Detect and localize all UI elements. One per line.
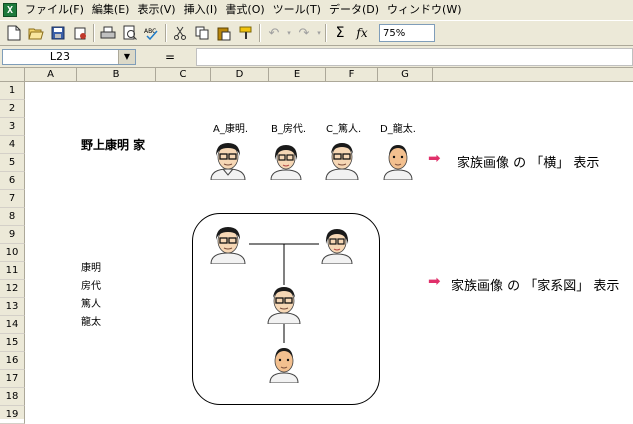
- copy-icon[interactable]: [191, 22, 213, 44]
- column-header-g[interactable]: G: [378, 68, 433, 82]
- menu-view[interactable]: 表示(V): [133, 1, 179, 19]
- row-header[interactable]: 5: [0, 154, 25, 172]
- name-cell[interactable]: 篤人: [81, 295, 101, 310]
- menu-file[interactable]: ファイル(F): [21, 1, 88, 19]
- column-header-f[interactable]: F: [326, 68, 378, 82]
- column-header-c[interactable]: C: [156, 68, 211, 82]
- son-ryuta-portrait-image[interactable]: [382, 142, 414, 180]
- family-tree-view-link[interactable]: 家族画像 の 「家系図」 表示: [451, 275, 619, 294]
- row-header[interactable]: 2: [0, 100, 25, 118]
- formula-equals-label: =: [164, 50, 176, 64]
- row-header[interactable]: 15: [0, 334, 25, 352]
- row-header[interactable]: 4: [0, 136, 25, 154]
- row-header[interactable]: 12: [0, 280, 25, 298]
- row-header[interactable]: 16: [0, 352, 25, 370]
- column-header-h[interactable]: [433, 68, 633, 82]
- standard-toolbar: ABC ↶ ▾ ↷ ▾ Σ fx 75%: [0, 20, 633, 46]
- toolbar-separator: [325, 24, 327, 42]
- new-icon[interactable]: [3, 22, 25, 44]
- permission-icon[interactable]: [69, 22, 91, 44]
- print-preview-icon[interactable]: [119, 22, 141, 44]
- redo-icon[interactable]: ↷: [293, 22, 315, 44]
- name-cell[interactable]: 康明: [81, 259, 101, 274]
- cut-icon[interactable]: [169, 22, 191, 44]
- formula-input[interactable]: [196, 48, 633, 66]
- name-box[interactable]: L23 ▼: [2, 49, 136, 65]
- row-headers: 1 2 3 4 5 6 7 8 9 10 11 12 13 14 15 16 1…: [0, 82, 25, 424]
- row-header[interactable]: 13: [0, 298, 25, 316]
- family-title: 野上康明 家: [81, 138, 146, 152]
- menu-data[interactable]: データ(D): [325, 1, 383, 19]
- menu-edit[interactable]: 編集(E): [88, 1, 134, 19]
- row-header[interactable]: 9: [0, 226, 25, 244]
- format-painter-icon[interactable]: [235, 22, 257, 44]
- row-header[interactable]: 18: [0, 388, 25, 406]
- autosum-icon[interactable]: Σ: [329, 22, 351, 44]
- son-atsuto-portrait-image[interactable]: [323, 140, 361, 180]
- undo-dropdown-icon[interactable]: ▾: [285, 22, 293, 44]
- name-box-dropdown-icon[interactable]: ▼: [118, 50, 135, 64]
- father-portrait-image[interactable]: [208, 140, 248, 180]
- column-header-b[interactable]: B: [77, 68, 156, 82]
- function-icon[interactable]: fx: [351, 22, 373, 44]
- name-cell[interactable]: 龍太: [81, 313, 101, 328]
- name-cell[interactable]: 房代: [81, 277, 101, 292]
- row-header[interactable]: 17: [0, 370, 25, 388]
- row-header[interactable]: 11: [0, 262, 25, 280]
- portrait-label-d: D_龍太.: [380, 124, 416, 135]
- horizontal-view-link[interactable]: 家族画像 の 「横」 表示: [457, 152, 599, 171]
- row-header[interactable]: 6: [0, 172, 25, 190]
- undo-icon[interactable]: ↶: [263, 22, 285, 44]
- save-icon[interactable]: [47, 22, 69, 44]
- spelling-icon[interactable]: ABC: [141, 22, 163, 44]
- menu-window[interactable]: ウィンドウ(W): [383, 1, 465, 19]
- worksheet[interactable]: 野上康明 家 A_康明. B_房代. C_篤人. D_龍太. ➡ 家族画像 の …: [25, 82, 633, 419]
- portrait-label-a: A_康明.: [213, 124, 249, 135]
- row-header[interactable]: 8: [0, 208, 25, 226]
- redo-dropdown-icon[interactable]: ▾: [315, 22, 323, 44]
- row-header[interactable]: 14: [0, 316, 25, 334]
- menu-bar: X ファイル(F) 編集(E) 表示(V) 挿入(I) 書式(O) ツール(T)…: [0, 0, 633, 20]
- row-header[interactable]: 7: [0, 190, 25, 208]
- row-header[interactable]: 19: [0, 406, 25, 424]
- print-icon[interactable]: [97, 22, 119, 44]
- tree-father-portrait-image[interactable]: [208, 224, 248, 264]
- open-icon[interactable]: [25, 22, 47, 44]
- column-header-d[interactable]: D: [211, 68, 269, 82]
- menu-insert[interactable]: 挿入(I): [180, 1, 222, 19]
- arrow-right-icon[interactable]: ➡: [428, 149, 441, 167]
- formula-bar: L23 ▼ =: [0, 46, 633, 68]
- column-headers: A B C D E F G: [0, 68, 633, 82]
- portrait-label-c: C_篤人.: [326, 124, 362, 135]
- toolbar-separator: [93, 24, 95, 42]
- row-header[interactable]: 1: [0, 82, 25, 100]
- column-header-a[interactable]: A: [25, 68, 77, 82]
- toolbar-separator: [165, 24, 167, 42]
- mother-portrait-image[interactable]: [268, 142, 304, 180]
- zoom-select[interactable]: 75%: [379, 24, 435, 42]
- menu-format[interactable]: 書式(O): [221, 1, 268, 19]
- excel-icon[interactable]: X: [3, 3, 17, 17]
- paste-icon[interactable]: [213, 22, 235, 44]
- select-all-corner[interactable]: [0, 68, 25, 82]
- tree-son-ryuta-portrait-image[interactable]: [268, 345, 300, 383]
- tree-mother-portrait-image[interactable]: [319, 226, 355, 264]
- arrow-right-icon[interactable]: ➡: [428, 272, 441, 290]
- toolbar-separator: [259, 24, 261, 42]
- row-header[interactable]: 3: [0, 118, 25, 136]
- menu-tools[interactable]: ツール(T): [269, 1, 325, 19]
- tree-son-atsuto-portrait-image[interactable]: [265, 284, 303, 324]
- row-header[interactable]: 10: [0, 244, 25, 262]
- column-header-e[interactable]: E: [269, 68, 326, 82]
- portrait-label-b: B_房代.: [271, 124, 307, 135]
- name-box-value[interactable]: L23: [3, 50, 117, 64]
